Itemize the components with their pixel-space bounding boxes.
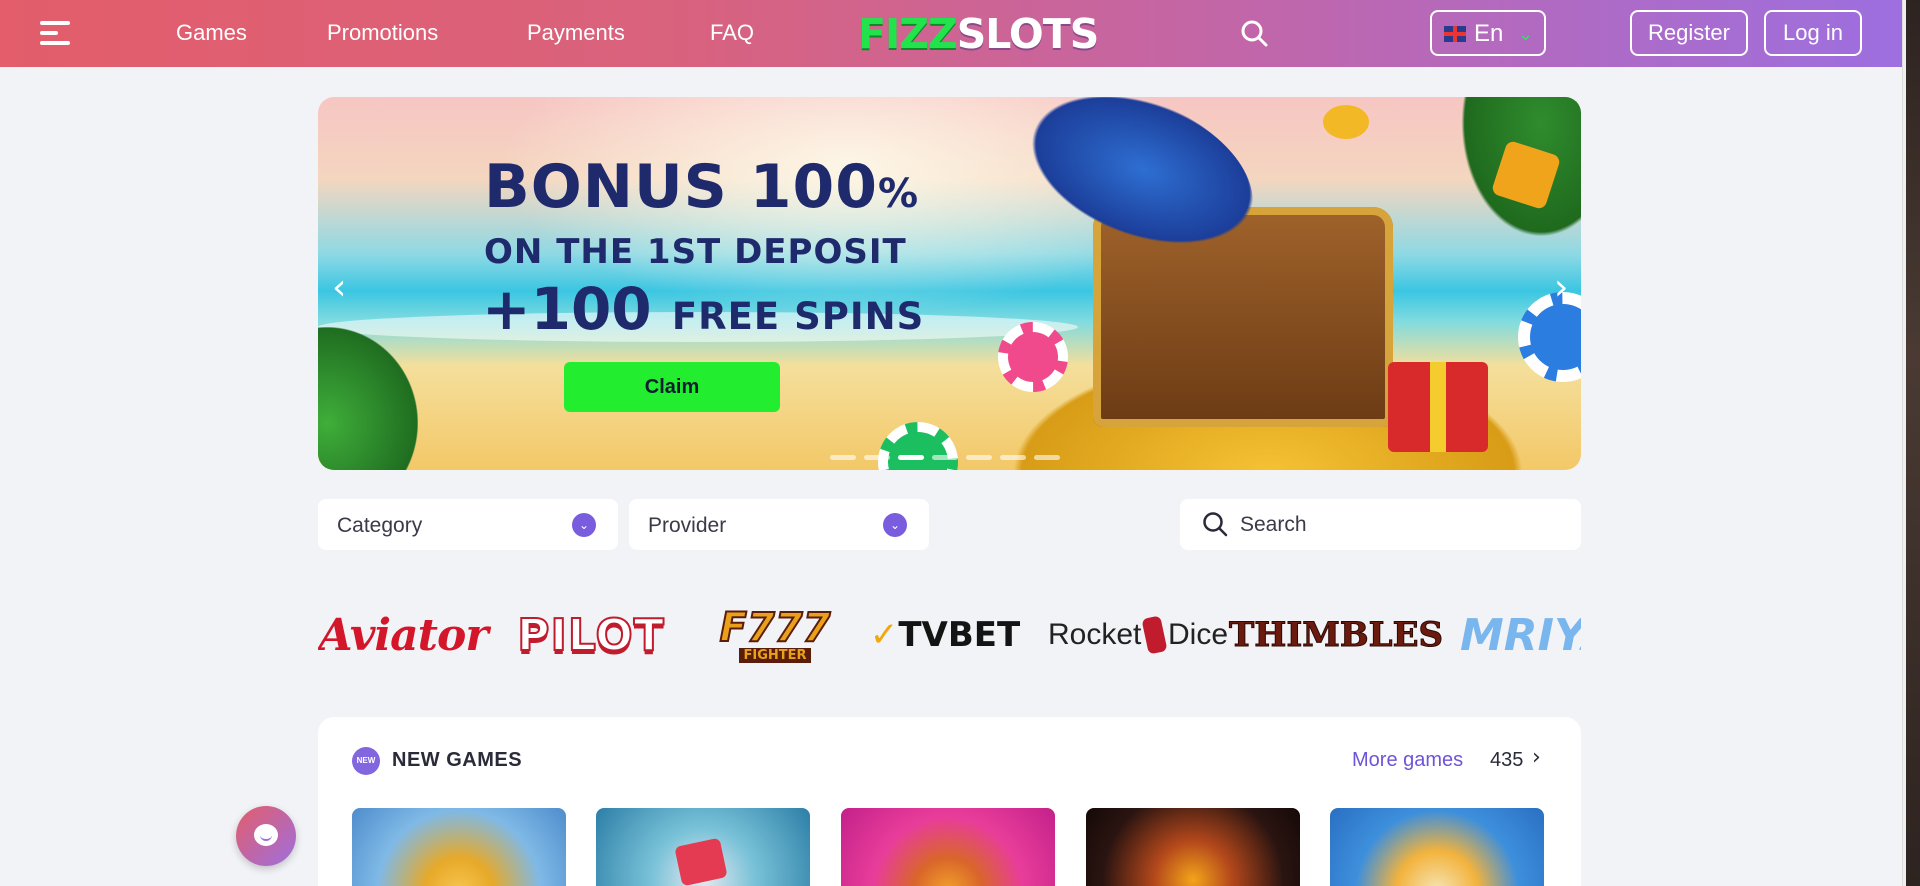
game-tile[interactable] [352, 808, 566, 886]
slide-dot[interactable] [1034, 455, 1060, 460]
slide-dot[interactable] [830, 455, 856, 460]
promo-subline: ON THE 1ST DEPOSIT [484, 232, 907, 272]
page: Games Promotions Payments FAQ FIZZSLOTS … [0, 0, 1902, 886]
game-tile[interactable] [841, 808, 1055, 886]
provider-mriya[interactable]: MRIYA [1460, 590, 1581, 680]
search-input[interactable] [1240, 511, 1560, 539]
nav-games[interactable]: Games [176, 20, 247, 46]
slide-dot[interactable] [864, 455, 890, 460]
register-button[interactable]: Register [1630, 10, 1748, 56]
slide-dot[interactable] [1000, 455, 1026, 460]
promo-free-spins: +100 FREE SPINS [482, 275, 924, 343]
new-games-section: NEW NEW GAMES More games 435 › [318, 717, 1581, 886]
promo-banner[interactable]: BONUS 100% ON THE 1ST DEPOSIT +100 FREE … [318, 97, 1581, 470]
promo-headline: BONUS 100% [484, 152, 919, 222]
provider-rocket-label: Rocket [1048, 618, 1142, 651]
provider-f777-sub: FIGHTER [739, 647, 811, 663]
chat-icon [254, 824, 278, 846]
game-tile[interactable] [596, 808, 810, 886]
provider-dropdown[interactable]: Provider ⌄ [629, 499, 929, 550]
provider-label: Provider [648, 514, 727, 537]
nav-promotions[interactable]: Promotions [327, 20, 438, 46]
provider-aviator[interactable]: Aviator [319, 590, 489, 680]
promo-bonus-text: BONUS 100 [484, 152, 879, 222]
promo-spins-label: FREE SPINS [671, 295, 925, 338]
claim-button[interactable]: Claim [564, 362, 780, 412]
provider-f777-fighter[interactable]: F777 FIGHTER [710, 590, 840, 680]
search-icon[interactable] [1240, 19, 1268, 47]
casino-chip-green [878, 422, 958, 470]
chevron-down-icon: ⌄ [883, 513, 907, 537]
provider-pilot[interactable]: PILOT [516, 590, 666, 680]
nav-faq[interactable]: FAQ [710, 20, 754, 46]
slide-dot[interactable] [966, 455, 992, 460]
language-selector[interactable]: En ⌄ [1430, 10, 1546, 56]
game-tile[interactable] [1330, 808, 1544, 886]
chat-button[interactable] [236, 806, 296, 866]
slide-dot[interactable] [898, 455, 924, 460]
more-games-count: 435 [1490, 749, 1524, 771]
provider-rocket-dice[interactable]: Rocket Dice [1048, 590, 1228, 680]
provider-dice-label: Dice [1167, 618, 1228, 651]
dice-icon [1141, 615, 1168, 655]
category-dropdown[interactable]: Category ⌄ [318, 499, 618, 550]
language-code: En [1474, 20, 1504, 47]
provider-f777-label: F777 [719, 604, 832, 651]
promo-spins-count: +100 [482, 275, 652, 343]
promo-percent: % [878, 171, 920, 217]
casino-chip-blue [1518, 292, 1581, 382]
provider-thimbles[interactable]: THIMBLES [1228, 590, 1443, 680]
coin-image [1323, 105, 1369, 139]
chevron-down-icon: ⌄ [1518, 24, 1534, 44]
provider-tvbet-label: TVBET [898, 615, 1021, 655]
gift-box-image [1388, 362, 1488, 452]
new-badge-icon: NEW [352, 747, 380, 775]
search-icon [1203, 512, 1228, 537]
prev-slide-icon[interactable]: ‹ [332, 267, 346, 308]
top-header: Games Promotions Payments FAQ FIZZSLOTS … [0, 0, 1902, 67]
provider-tvbet[interactable]: ✓ TVBET [870, 590, 1020, 680]
login-button[interactable]: Log in [1764, 10, 1862, 56]
provider-carousel: Aviator PILOT F777 FIGHTER ✓ TVBET Rocket… [318, 590, 1581, 680]
tvbet-v-icon: ✓ [869, 615, 899, 655]
nav-payments[interactable]: Payments [527, 20, 625, 46]
slide-indicators [830, 455, 1060, 460]
chevron-down-icon: ⌄ [572, 513, 596, 537]
slide-dot[interactable] [932, 455, 958, 460]
provider-pilot-label: PILOT [516, 609, 665, 662]
next-slide-icon[interactable]: › [1554, 267, 1568, 308]
background-strip [1906, 0, 1920, 886]
fizzslots-logo[interactable]: FIZZSLOTS [858, 10, 1099, 58]
uk-flag-icon [1444, 26, 1466, 42]
section-title: NEW GAMES [392, 749, 523, 771]
game-search [1180, 499, 1581, 550]
logo-fizz: FIZZ [858, 10, 958, 58]
menu-icon[interactable] [40, 19, 74, 47]
casino-chip-pink [998, 322, 1068, 392]
logo-slots: SLOTS [956, 10, 1100, 58]
game-tile[interactable] [1086, 808, 1300, 886]
category-label: Category [337, 514, 423, 537]
banner-leaf [318, 327, 418, 470]
chevron-right-icon[interactable]: › [1532, 745, 1541, 770]
more-games-link[interactable]: More games [1352, 749, 1463, 772]
